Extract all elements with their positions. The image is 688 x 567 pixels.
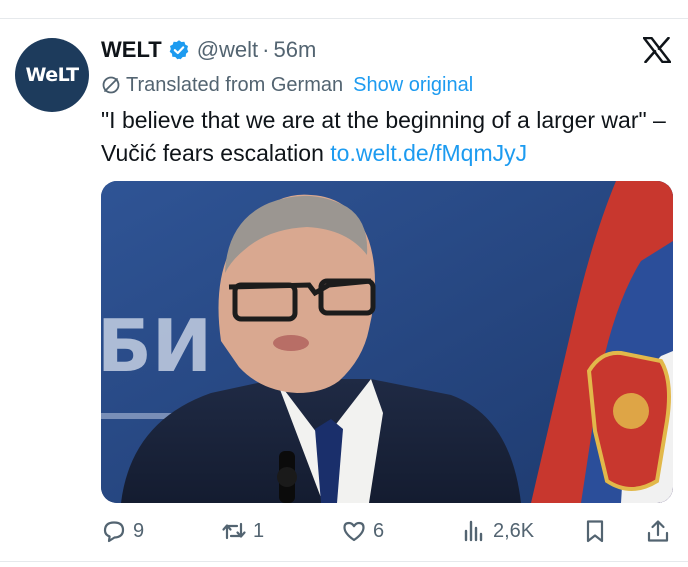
translation-row: Translated from German Show original bbox=[101, 71, 473, 99]
media-backdrop-text: БИ bbox=[101, 304, 212, 388]
reply-button[interactable]: 9 bbox=[101, 513, 144, 549]
author-name[interactable]: WELT bbox=[101, 37, 162, 63]
translate-icon bbox=[101, 75, 121, 95]
tweet-link[interactable]: to.welt.de/fMqmJyJ bbox=[330, 140, 527, 166]
reply-icon bbox=[103, 521, 125, 543]
verified-icon bbox=[168, 39, 190, 61]
avatar[interactable]: WeLT bbox=[15, 38, 89, 112]
repost-button[interactable]: 1 bbox=[221, 513, 264, 549]
like-icon bbox=[343, 521, 365, 542]
separator-dot: · bbox=[262, 37, 270, 62]
views-button[interactable]: 2,6K bbox=[461, 513, 534, 549]
repost-count: 1 bbox=[253, 519, 265, 542]
bookmark-button[interactable] bbox=[582, 513, 608, 549]
tweet-body: "I believe that we are at the beginning … bbox=[101, 104, 671, 170]
media-photo-illustration: БИ bbox=[101, 181, 673, 503]
tweet-header: WELT @welt · 56m bbox=[101, 35, 316, 65]
x-logo-icon[interactable] bbox=[642, 36, 672, 64]
tweet-media-image[interactable]: БИ bbox=[101, 181, 673, 503]
views-count: 2,6K bbox=[493, 519, 535, 542]
show-original-link[interactable]: Show original bbox=[353, 74, 473, 97]
reply-count: 9 bbox=[133, 519, 145, 542]
like-count: 6 bbox=[373, 519, 385, 542]
like-button[interactable]: 6 bbox=[341, 513, 384, 549]
share-icon bbox=[647, 520, 669, 542]
avatar-logo-text: WeLT bbox=[25, 64, 79, 86]
views-icon bbox=[464, 520, 483, 542]
bookmark-icon bbox=[586, 520, 604, 543]
translated-from-label: Translated from German bbox=[126, 73, 344, 96]
share-button[interactable] bbox=[645, 513, 671, 549]
repost-icon bbox=[222, 522, 246, 540]
tweet-time[interactable]: 56m bbox=[273, 37, 316, 63]
top-divider bbox=[0, 18, 688, 19]
bottom-divider bbox=[0, 561, 688, 562]
author-handle[interactable]: @welt bbox=[197, 37, 258, 63]
tweet-actions: 9 1 6 2,6K bbox=[101, 513, 673, 549]
